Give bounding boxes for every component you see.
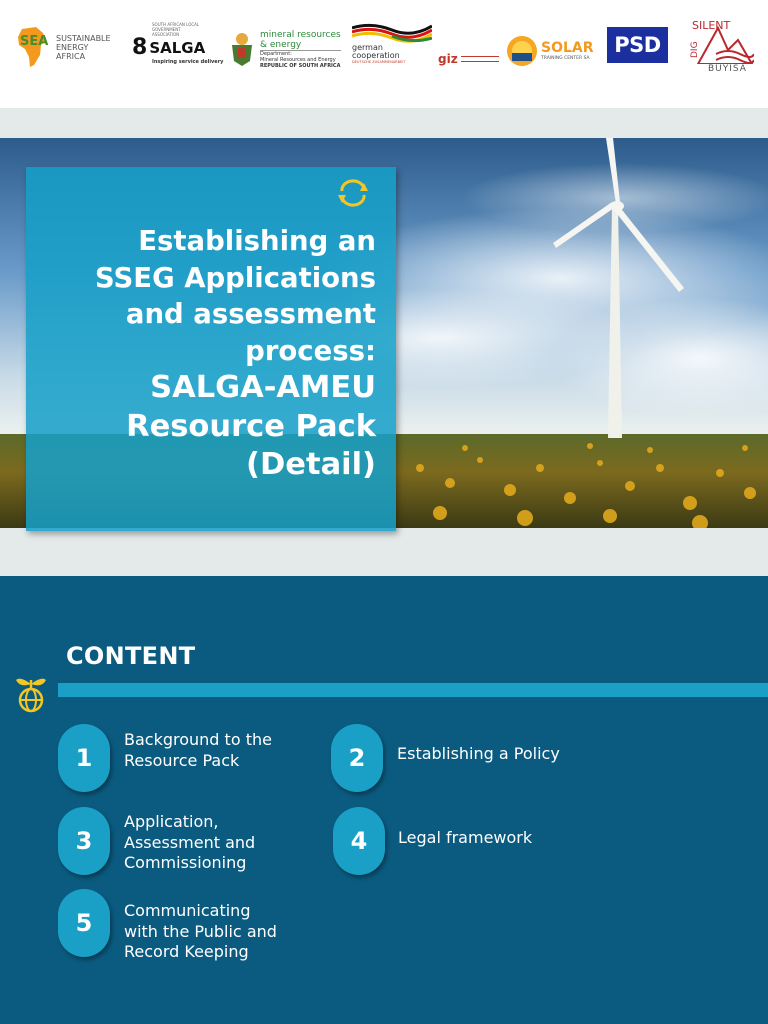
item-label-line: Background to the	[124, 730, 272, 749]
salga-mark: 8	[132, 35, 148, 60]
sea-line-3: AFRICA	[56, 51, 86, 61]
psd-name: PSD	[607, 27, 668, 63]
subtitle-line-2: Resource Pack	[126, 408, 376, 444]
solar-training-logo: SOLAR TRAINING CENTER SA	[506, 26, 594, 76]
bottom-divider-strip	[0, 528, 768, 576]
item-number-badge: 3	[58, 807, 110, 875]
document-title: Establishing an SSEG Applications and as…	[46, 223, 376, 369]
salga-small-text: SOUTH AFRICAN LOCAL GOVERNMENT ASSOCIATI…	[152, 22, 200, 37]
german-line-2: cooperation	[352, 51, 400, 60]
sea-mark: SEA	[20, 34, 49, 49]
title-line-2: SSEG Applications	[94, 261, 376, 294]
recycle-arrows-icon	[338, 179, 368, 207]
item-label-line: Legal framework	[398, 828, 533, 847]
item-label: Legal framework	[398, 828, 532, 849]
item-label-line: Commissioning	[124, 853, 247, 873]
content-item-1[interactable]: 1 Background to the Resource Pack	[58, 724, 272, 792]
document-subtitle: SALGA-AMEU Resource Pack (Detail)	[46, 369, 376, 485]
item-label-line: Establishing a Policy	[397, 744, 560, 763]
content-heading-bar	[58, 683, 768, 697]
silent-line-3: BUYISA	[708, 64, 747, 74]
silent-dig-logo: SILENT DIG BUYISA	[688, 20, 758, 76]
title-panel: Establishing an SSEG Applications and as…	[26, 167, 396, 531]
item-number-badge: 2	[331, 724, 383, 792]
giz-name: giz	[438, 52, 458, 66]
sea-line-1: SUSTAINABLE	[56, 33, 111, 43]
silent-line-1: SILENT	[692, 19, 731, 32]
item-label-line: Communicating	[124, 901, 251, 920]
plant-globe-icon	[16, 678, 46, 713]
content-section: CONTENT 1 Background to the Resource Pac…	[0, 576, 768, 1024]
sea-line-2: ENERGY	[56, 42, 89, 52]
solar-name: SOLAR	[541, 40, 594, 56]
content-item-3[interactable]: 3 Application, Assessment and Commission…	[58, 807, 255, 875]
flag-ribbon-icon	[352, 23, 432, 43]
content-item-2[interactable]: 2 Establishing a Policy	[331, 724, 560, 792]
subtitle-line-3: (Detail)	[246, 447, 376, 482]
title-line-3: and assessment	[125, 298, 376, 330]
item-label-line: Resource Pack	[124, 750, 240, 770]
item-label-line: Record Keeping	[124, 942, 249, 962]
salga-logo: SOUTH AFRICAN LOCAL GOVERNMENT ASSOCIATI…	[132, 22, 223, 72]
salga-name: SALGA	[149, 39, 206, 57]
sea-logo: SEA SUSTAINABLE ENERGY AFRICA	[16, 22, 111, 72]
item-label-line: Application,	[124, 812, 219, 831]
item-label-line: with the Public and	[124, 921, 277, 941]
title-line-1: Establishing an	[138, 225, 376, 257]
silent-line-2: DIG	[690, 41, 700, 58]
coat-of-arms-icon	[232, 33, 252, 66]
title-line-4: process:	[245, 334, 376, 367]
item-number-badge: 5	[58, 889, 110, 957]
giz-logo: giz	[438, 34, 499, 84]
sun-icon	[507, 36, 537, 66]
item-label: Communicating with the Public and Record…	[124, 901, 277, 963]
salga-tagline: Inspiring service delivery	[152, 59, 224, 65]
german-line-3: DEUTSCHE ZUSAMMENARBEIT	[352, 60, 406, 64]
psd-logo: PSD	[607, 27, 668, 63]
content-item-4[interactable]: 4 Legal framework	[333, 807, 532, 875]
top-divider-strip	[0, 108, 768, 138]
dmre-logo: mineral resources & energy Department: M…	[228, 24, 341, 74]
dmre-dept-name: Mineral Resources and Energy	[260, 56, 336, 63]
item-label: Establishing a Policy	[397, 744, 560, 765]
dmre-country: REPUBLIC OF SOUTH AFRICA	[260, 62, 341, 69]
german-cooperation-logo: german cooperation DEUTSCHE ZUSAMMENARBE…	[352, 22, 432, 72]
item-number-badge: 4	[333, 807, 385, 875]
content-heading: CONTENT	[66, 642, 196, 670]
item-label: Background to the Resource Pack	[124, 730, 272, 771]
item-number-badge: 1	[58, 724, 110, 792]
partner-logos-bar: SEA SUSTAINABLE ENERGY AFRICA SOUTH AFRI…	[0, 0, 768, 108]
item-label: Application, Assessment and Commissionin…	[124, 812, 255, 874]
solar-sub: TRAINING CENTER SA	[541, 56, 590, 61]
dmre-line-1: mineral resources	[260, 29, 341, 40]
item-label-line: Assessment and	[124, 832, 256, 852]
content-item-5[interactable]: 5 Communicating with the Public and Reco…	[58, 889, 277, 963]
subtitle-line-1: SALGA-AMEU	[150, 370, 376, 405]
dmre-line-2: & energy	[260, 40, 341, 51]
